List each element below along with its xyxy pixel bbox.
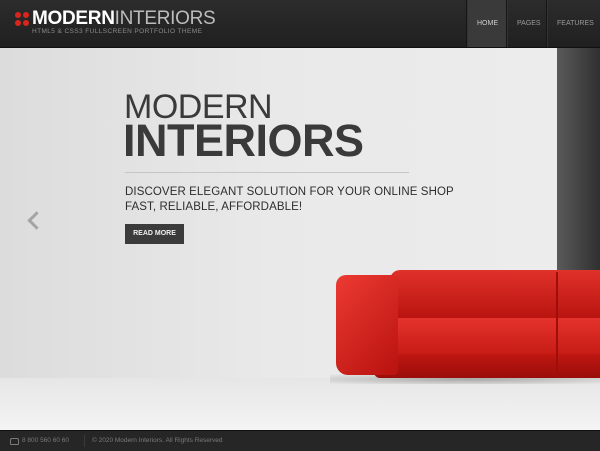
hero-title-bold: INTERIORS xyxy=(123,115,364,166)
phone-icon xyxy=(10,438,19,445)
nav-item-home[interactable]: HOME xyxy=(466,0,506,47)
tagline: HTML5 & CSS3 FULLSCREEN PORTFOLIO THEME xyxy=(32,28,203,35)
site-header: MODERNINTERIORS HTML5 & CSS3 FULLSCREEN … xyxy=(0,0,600,48)
logo-bold-text: MODERN xyxy=(32,8,115,29)
footer-phone[interactable]: 8 800 560 60 60 xyxy=(22,431,69,451)
sofa-seat xyxy=(374,318,600,358)
main-nav: HOME PAGES FEATURES xyxy=(466,0,600,47)
footer-copyright: © 2020 Modern Interiors. All Rights Rese… xyxy=(92,437,223,444)
hero-description: DISCOVER ELEGANT SOLUTION FOR YOUR ONLIN… xyxy=(125,185,454,214)
sofa-seam xyxy=(556,272,558,376)
sofa-front xyxy=(374,354,600,378)
sofa-back xyxy=(390,270,600,320)
logo[interactable]: MODERNINTERIORS xyxy=(32,8,216,30)
logo-light-text: INTERIORS xyxy=(114,8,216,29)
read-more-button[interactable]: READ MORE xyxy=(125,224,184,244)
footer-divider xyxy=(84,435,85,447)
hero-slider: MODERN INTERIORS DISCOVER ELEGANT SOLUTI… xyxy=(0,48,600,430)
hero-description-line1: DISCOVER ELEGANT SOLUTION FOR YOUR ONLIN… xyxy=(125,186,454,198)
hero-floor xyxy=(0,378,600,430)
sofa-arm xyxy=(336,275,398,375)
nav-item-pages[interactable]: PAGES xyxy=(506,0,546,47)
chevron-left-icon[interactable] xyxy=(27,211,46,230)
logo-icon[interactable] xyxy=(15,12,29,26)
hero-divider xyxy=(125,172,409,173)
site-footer: 8 800 560 60 60 © 2020 Modern Interiors.… xyxy=(0,430,600,451)
nav-item-features[interactable]: FEATURES xyxy=(546,0,600,47)
hero-description-line2: FAST, RELIABLE, AFFORDABLE! xyxy=(125,200,303,213)
